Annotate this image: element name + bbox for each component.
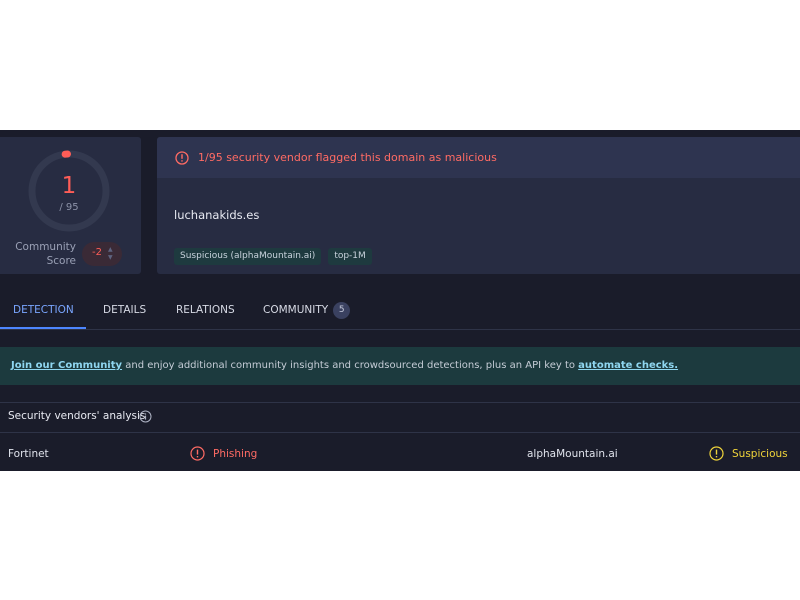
domain-tags: Suspicious (alphaMountain.ai) top-1M — [174, 248, 372, 265]
community-count-badge: 5 — [333, 301, 351, 319]
domain-summary-card: 1/95 security vendor flagged this domain… — [157, 137, 800, 274]
report-tabs: DETECTION DETAILS RELATIONS COMMUNITY 5 — [0, 295, 800, 330]
community-score-label: Community Score — [15, 241, 76, 267]
vendor-name-fortinet: Fortinet — [8, 448, 49, 460]
community-score-voter[interactable]: -2 ▲ ▼ — [82, 242, 122, 266]
tabs-divider — [0, 329, 800, 330]
banner-text: Join our Community and enjoy additional … — [11, 360, 678, 371]
verdict-phishing: Phishing — [213, 448, 258, 460]
join-community-link[interactable]: Join our Community — [11, 360, 122, 371]
tag-top-1m[interactable]: top-1M — [328, 248, 372, 265]
virustotal-report: 1 / 95 Community Score -2 ▲ ▼ 1/95 securi… — [0, 130, 800, 471]
domain-name: luchanakids.es — [174, 208, 260, 222]
info-icon[interactable] — [139, 410, 152, 423]
vendors-section-title: Security vendors' analysis — [8, 410, 146, 422]
tab-community-label: COMMUNITY — [263, 304, 329, 316]
detection-total: / 95 — [59, 202, 79, 213]
detection-count: 1 — [61, 173, 77, 199]
phishing-alert-icon — [190, 446, 205, 461]
vendors-top-divider — [0, 402, 800, 403]
malicious-alert-bar: 1/95 security vendor flagged this domain… — [157, 137, 800, 178]
suspicious-info-icon — [709, 446, 724, 461]
tab-relations[interactable]: RELATIONS — [176, 295, 235, 330]
tag-suspicious[interactable]: Suspicious (alphaMountain.ai) — [174, 248, 322, 265]
vendor-name-alphamountain: alphaMountain.ai — [527, 448, 618, 460]
tab-details[interactable]: DETAILS — [103, 295, 146, 330]
community-banner: Join our Community and enjoy additional … — [0, 347, 800, 385]
alert-circle-icon — [175, 151, 189, 165]
verdict-suspicious: Suspicious — [732, 448, 788, 460]
vendors-header-divider — [0, 432, 800, 433]
banner-middle-text: and enjoy additional community insights … — [122, 360, 579, 371]
alert-text: 1/95 security vendor flagged this domain… — [198, 151, 497, 164]
vote-arrows-icon[interactable]: ▲ ▼ — [108, 246, 116, 262]
tab-community[interactable]: COMMUNITY 5 — [263, 295, 351, 330]
community-score-value: -2 — [92, 247, 102, 258]
detection-score-card: 1 / 95 Community Score -2 ▲ ▼ — [0, 137, 141, 274]
tab-detection[interactable]: DETECTION — [13, 295, 74, 330]
automate-checks-link[interactable]: automate checks. — [578, 360, 678, 371]
